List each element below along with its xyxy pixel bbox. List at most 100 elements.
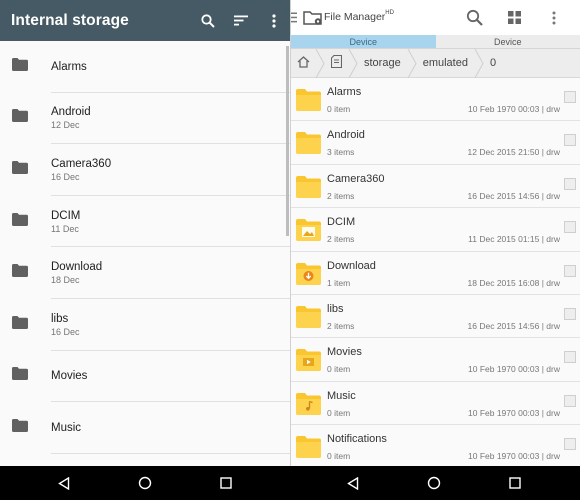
folder-date: 16 Dec [51,326,80,337]
home-icon [297,55,310,71]
list-item[interactable]: DCIM 11 Dec [0,196,290,248]
modified-date: 18 Dec 2015 16:08 | drw [467,277,560,288]
folder-icon [295,130,322,160]
list-item[interactable]: Camera360 2 items 16 Dec 2015 14:56 | drw [291,164,580,209]
item-count: 2 items [327,320,355,331]
breadcrumb-separator [407,48,417,78]
left-pane: Internal storage Alarms Android 12 Dec Came… [0,0,290,466]
select-checkbox[interactable] [564,438,576,451]
folder-image-icon [295,217,322,247]
folder-name: Music [327,389,356,402]
breadcrumb-emulated[interactable]: emulated [417,49,474,78]
back-icon[interactable] [44,466,84,500]
select-checkbox[interactable] [564,351,576,364]
select-checkbox[interactable] [564,394,576,407]
list-item[interactable]: Movies [0,351,290,403]
home-crumb[interactable] [291,49,315,78]
item-count: 2 items [327,234,355,245]
modified-date: 10 Feb 1970 00:03 | drw [468,104,560,114]
sdcard-crumb[interactable] [325,49,348,78]
list-item[interactable]: Android 3 items 12 Dec 2015 21:50 | drw [291,121,580,165]
folder-icon [12,160,28,179]
folder-icon [12,264,28,282]
home-icon[interactable] [125,466,165,500]
right-app-bar: File ManagerHD [291,0,580,35]
more-vert-icon[interactable] [534,0,574,35]
sort-icon[interactable] [224,0,257,41]
item-count: 0 item [327,104,351,114]
item-count: 2 items [327,190,355,201]
sd-card-icon [330,54,343,71]
modified-date: 16 Dec 2015 14:56 | drw [467,190,560,201]
folder-icon [12,57,28,76]
list-item[interactable]: Alarms 0 item 10 Feb 1970 00:03 | drw [291,78,580,122]
recents-icon[interactable] [206,466,246,500]
folder-name: Notifications [327,433,387,446]
folder-icon [12,212,28,231]
right-file-list: Alarms 0 item 10 Feb 1970 00:03 | drw Andro… [291,78,580,466]
home-icon[interactable] [414,466,454,500]
list-item[interactable]: Download 18 Dec [0,247,290,299]
recents-icon[interactable] [495,466,535,500]
list-item[interactable]: Android 12 Dec [0,93,290,145]
folder-name: Alarms [327,86,362,98]
list-item[interactable]: Download 1 item 18 Dec 2015 16:08 | drw [291,251,580,295]
list-item[interactable]: Movies 0 item 10 Feb 1970 00:03 | drw [291,338,580,382]
breadcrumb-storage[interactable]: storage [358,49,407,78]
back-icon[interactable] [333,466,373,500]
breadcrumb-separator [315,48,325,78]
breadcrumb-separator [348,48,358,78]
breadcrumb-separator [474,48,484,78]
folder-name: Movies [51,370,88,383]
file-manager-logo-icon [303,9,323,31]
breadcrumb: storage emulated 0 [291,48,580,78]
search-icon[interactable] [454,0,494,35]
folder-icon [12,109,28,127]
modified-date: 12 Dec 2015 21:50 | drw [467,147,560,158]
modified-date: 16 Dec 2015 14:56 | drw [467,320,560,331]
tab-device-1[interactable]: Device [291,35,436,49]
more-vert-icon[interactable] [257,0,290,41]
select-checkbox[interactable] [564,221,576,234]
modified-date: 10 Feb 1970 00:03 | drw [468,407,560,418]
folder-date: 12 Dec [51,120,80,131]
list-item[interactable]: Notifications 0 item 10 Feb 1970 00:03 | d… [291,425,580,466]
folder-download-icon [295,261,322,291]
select-checkbox[interactable] [564,134,576,147]
list-item[interactable]: DCIM 2 items 11 Dec 2015 01:15 | drw [291,208,580,252]
folder-name: Movies [327,346,362,359]
folder-name: libs [327,302,344,315]
list-item[interactable]: Music [0,402,290,454]
folder-date: 11 Dec [51,223,79,234]
grid-view-icon[interactable] [494,0,534,35]
folder-name: DCIM [327,216,356,229]
folder-name: DCIM [51,209,81,222]
folder-name: Alarms [51,60,87,73]
search-icon[interactable] [191,0,224,41]
list-item[interactable]: libs 2 items 16 Dec 2015 14:56 | drw [291,294,580,339]
left-scrollbar[interactable] [286,46,289,236]
folder-icon [12,315,28,334]
item-count: 0 item [327,364,351,375]
left-page-title: Internal storage [11,11,129,29]
list-item[interactable]: Camera360 16 Dec [0,144,290,196]
select-checkbox[interactable] [564,91,576,103]
folder-name: Download [51,261,103,274]
folder-name: Download [327,259,376,272]
drawer-menu-icon[interactable] [291,10,297,28]
select-checkbox[interactable] [564,264,576,277]
list-item[interactable]: Alarms [0,41,290,93]
list-item[interactable]: Music 0 item 10 Feb 1970 00:03 | drw [291,381,580,426]
left-file-list: Alarms Android 12 Dec Camera360 16 Dec DCIM 11… [0,41,290,454]
folder-name: libs [51,312,69,325]
folder-icon [12,418,28,437]
select-checkbox[interactable] [564,177,576,190]
list-item[interactable]: libs 16 Dec [0,299,290,351]
folder-music-icon [295,391,322,421]
tab-device-2[interactable]: Device [435,35,580,49]
folder-name: Camera360 [327,172,385,185]
breadcrumb-0[interactable]: 0 [484,49,502,78]
system-nav-bar [0,466,580,500]
select-checkbox[interactable] [564,307,576,320]
folder-video-icon [295,347,322,377]
